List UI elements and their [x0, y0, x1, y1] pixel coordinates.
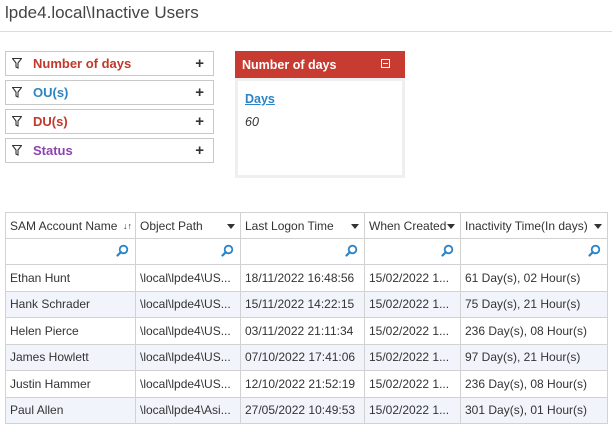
- inactive-users-table: SAM Account Name ↓↑ Object Path Last Log…: [5, 212, 608, 424]
- panel-body: Days 60: [238, 81, 402, 175]
- column-header-last-logon-time[interactable]: Last Logon Time: [240, 212, 365, 239]
- cell-sam-account-name: Ethan Hunt: [5, 264, 136, 292]
- column-label: Object Path: [140, 218, 203, 233]
- table-row[interactable]: Helen Pierce \local\lpde4\US... 03/11/20…: [5, 317, 608, 345]
- funnel-icon: [12, 116, 24, 128]
- cell-when-created: 15/02/2022 1...: [364, 317, 461, 345]
- filter-label: DU(s): [33, 114, 68, 129]
- cell-sam-account-name: Helen Pierce: [5, 317, 136, 345]
- search-icon[interactable]: [221, 244, 234, 257]
- column-search[interactable]: [364, 238, 461, 265]
- cell-when-created: 15/02/2022 1...: [364, 396, 461, 424]
- sort-icon[interactable]: ↓↑: [123, 221, 132, 231]
- page-title: lpde4.local\Inactive Users: [5, 3, 199, 22]
- cell-when-created: 15/02/2022 1...: [364, 343, 461, 371]
- cell-inactivity-time: 301 Day(s), 01 Hour(s): [460, 396, 608, 424]
- cell-object-path: \local\lpde4\Asi...: [135, 396, 241, 424]
- table-row[interactable]: James Howlett \local\lpde4\US... 07/10/2…: [5, 343, 608, 371]
- column-label: When Created: [369, 218, 447, 233]
- cell-last-logon-time: 27/05/2022 10:49:53: [240, 396, 365, 424]
- panel-header: Number of days: [235, 51, 405, 78]
- filter-label: Status: [33, 143, 73, 158]
- filter-ous[interactable]: OU(s) +: [5, 80, 214, 105]
- search-icon[interactable]: [116, 244, 129, 257]
- filter-dus[interactable]: DU(s) +: [5, 109, 214, 134]
- table-row[interactable]: Paul Allen \local\lpde4\Asi... 27/05/202…: [5, 396, 608, 424]
- search-row: [5, 238, 608, 265]
- table-row[interactable]: Hank Schrader \local\lpde4\US... 15/11/2…: [5, 290, 608, 318]
- plus-icon[interactable]: +: [195, 84, 204, 101]
- chevron-down-icon[interactable]: [351, 224, 359, 229]
- column-header-sam-account-name[interactable]: SAM Account Name ↓↑: [5, 212, 136, 239]
- cell-inactivity-time: 61 Day(s), 02 Hour(s): [460, 264, 608, 292]
- column-search[interactable]: [135, 238, 241, 265]
- funnel-icon: [12, 145, 24, 157]
- days-link[interactable]: Days: [245, 92, 275, 106]
- cell-inactivity-time: 75 Day(s), 21 Hour(s): [460, 290, 608, 318]
- column-label: SAM Account Name: [10, 218, 118, 233]
- cell-last-logon-time: 12/10/2022 21:52:19: [240, 370, 365, 398]
- cell-when-created: 15/02/2022 1...: [364, 264, 461, 292]
- column-label: Last Logon Time: [245, 218, 334, 233]
- title-divider: [0, 31, 612, 32]
- plus-icon[interactable]: +: [195, 55, 204, 72]
- cell-inactivity-time: 236 Day(s), 08 Hour(s): [460, 370, 608, 398]
- filter-label: Number of days: [33, 56, 132, 71]
- cell-object-path: \local\lpde4\US...: [135, 370, 241, 398]
- search-icon[interactable]: [441, 244, 454, 257]
- chevron-down-icon[interactable]: [227, 224, 235, 229]
- chevron-down-icon[interactable]: [594, 224, 602, 229]
- cell-sam-account-name: Hank Schrader: [5, 290, 136, 318]
- table-row[interactable]: Justin Hammer \local\lpde4\US... 12/10/2…: [5, 370, 608, 398]
- table-body: Ethan Hunt \local\lpde4\US... 18/11/2022…: [5, 264, 608, 424]
- cell-last-logon-time: 07/10/2022 17:41:06: [240, 343, 365, 371]
- panel-title: Number of days: [242, 57, 337, 72]
- cell-inactivity-time: 236 Day(s), 08 Hour(s): [460, 317, 608, 345]
- collapse-icon[interactable]: [381, 59, 390, 68]
- chevron-down-icon[interactable]: [447, 224, 455, 229]
- cell-last-logon-time: 15/11/2022 14:22:15: [240, 290, 365, 318]
- column-label: Inactivity Time(In days): [465, 218, 588, 233]
- cell-sam-account-name: Paul Allen: [5, 396, 136, 424]
- plus-icon[interactable]: +: [195, 142, 204, 159]
- column-search[interactable]: [460, 238, 608, 265]
- cell-last-logon-time: 18/11/2022 16:48:56: [240, 264, 365, 292]
- days-value: 60: [245, 115, 259, 129]
- cell-when-created: 15/02/2022 1...: [364, 370, 461, 398]
- cell-inactivity-time: 97 Day(s), 21 Hour(s): [460, 343, 608, 371]
- search-icon[interactable]: [345, 244, 358, 257]
- filter-number-of-days[interactable]: Number of days +: [5, 51, 214, 76]
- funnel-icon: [12, 87, 24, 99]
- cell-when-created: 15/02/2022 1...: [364, 290, 461, 318]
- filter-label: OU(s): [33, 85, 69, 100]
- filter-list: Number of days + OU(s) + DU(s) + Status …: [5, 51, 214, 167]
- cell-sam-account-name: James Howlett: [5, 343, 136, 371]
- search-icon[interactable]: [588, 244, 601, 257]
- cell-object-path: \local\lpde4\US...: [135, 290, 241, 318]
- header-row: SAM Account Name ↓↑ Object Path Last Log…: [5, 212, 608, 239]
- column-header-object-path[interactable]: Object Path: [135, 212, 241, 239]
- cell-object-path: \local\lpde4\US...: [135, 317, 241, 345]
- column-search[interactable]: [240, 238, 365, 265]
- filter-status[interactable]: Status +: [5, 138, 214, 163]
- column-search[interactable]: [5, 238, 136, 265]
- table-row[interactable]: Ethan Hunt \local\lpde4\US... 18/11/2022…: [5, 264, 608, 292]
- cell-last-logon-time: 03/11/2022 21:11:34: [240, 317, 365, 345]
- column-header-when-created[interactable]: When Created: [364, 212, 461, 239]
- cell-object-path: \local\lpde4\US...: [135, 343, 241, 371]
- number-of-days-panel: Number of days Days 60: [235, 51, 405, 178]
- cell-sam-account-name: Justin Hammer: [5, 370, 136, 398]
- plus-icon[interactable]: +: [195, 113, 204, 130]
- funnel-icon: [12, 58, 24, 70]
- column-header-inactivity-time[interactable]: Inactivity Time(In days): [460, 212, 608, 239]
- cell-object-path: \local\lpde4\US...: [135, 264, 241, 292]
